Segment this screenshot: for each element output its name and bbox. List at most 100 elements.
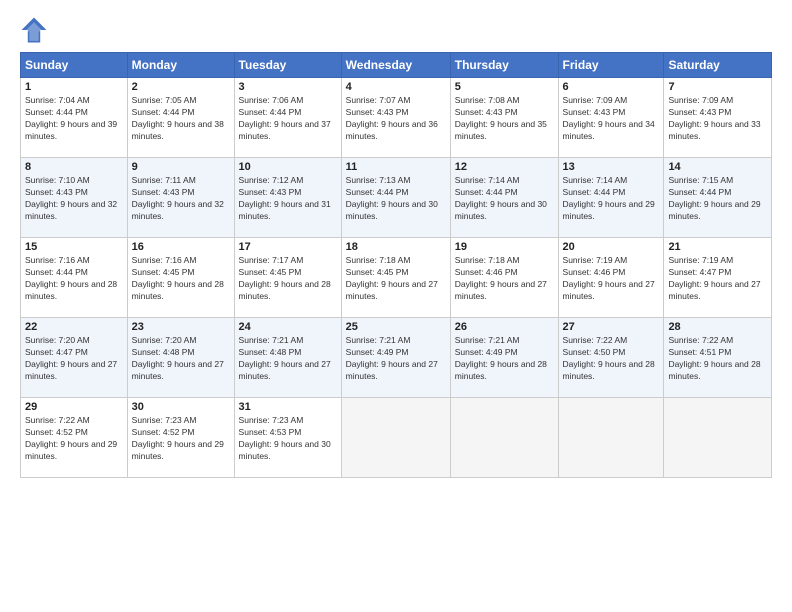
- calendar-cell: 9 Sunrise: 7:11 AM Sunset: 4:43 PM Dayli…: [127, 158, 234, 238]
- col-header-sunday: Sunday: [21, 53, 128, 78]
- calendar-cell: 28 Sunrise: 7:22 AM Sunset: 4:51 PM Dayl…: [664, 318, 772, 398]
- day-number: 4: [346, 81, 446, 93]
- col-header-thursday: Thursday: [450, 53, 558, 78]
- day-number: 18: [346, 241, 446, 253]
- calendar-week-row: 8 Sunrise: 7:10 AM Sunset: 4:43 PM Dayli…: [21, 158, 772, 238]
- day-number: 20: [563, 241, 660, 253]
- calendar-cell: 4 Sunrise: 7:07 AM Sunset: 4:43 PM Dayli…: [341, 78, 450, 158]
- day-info: Sunrise: 7:11 AM Sunset: 4:43 PM Dayligh…: [132, 175, 230, 223]
- day-number: 11: [346, 161, 446, 173]
- calendar-cell: 22 Sunrise: 7:20 AM Sunset: 4:47 PM Dayl…: [21, 318, 128, 398]
- calendar-cell: 18 Sunrise: 7:18 AM Sunset: 4:45 PM Dayl…: [341, 238, 450, 318]
- calendar-week-row: 15 Sunrise: 7:16 AM Sunset: 4:44 PM Dayl…: [21, 238, 772, 318]
- calendar-cell: 20 Sunrise: 7:19 AM Sunset: 4:46 PM Dayl…: [558, 238, 664, 318]
- col-header-wednesday: Wednesday: [341, 53, 450, 78]
- day-info: Sunrise: 7:07 AM Sunset: 4:43 PM Dayligh…: [346, 95, 446, 143]
- day-number: 7: [668, 81, 767, 93]
- day-info: Sunrise: 7:21 AM Sunset: 4:48 PM Dayligh…: [239, 335, 337, 383]
- calendar-cell: 11 Sunrise: 7:13 AM Sunset: 4:44 PM Dayl…: [341, 158, 450, 238]
- calendar-cell: 16 Sunrise: 7:16 AM Sunset: 4:45 PM Dayl…: [127, 238, 234, 318]
- calendar-cell: 21 Sunrise: 7:19 AM Sunset: 4:47 PM Dayl…: [664, 238, 772, 318]
- day-info: Sunrise: 7:18 AM Sunset: 4:45 PM Dayligh…: [346, 255, 446, 303]
- calendar-cell: 3 Sunrise: 7:06 AM Sunset: 4:44 PM Dayli…: [234, 78, 341, 158]
- calendar-cell: [450, 398, 558, 478]
- calendar-cell: 5 Sunrise: 7:08 AM Sunset: 4:43 PM Dayli…: [450, 78, 558, 158]
- day-number: 10: [239, 161, 337, 173]
- day-number: 13: [563, 161, 660, 173]
- calendar-cell: 7 Sunrise: 7:09 AM Sunset: 4:43 PM Dayli…: [664, 78, 772, 158]
- day-info: Sunrise: 7:06 AM Sunset: 4:44 PM Dayligh…: [239, 95, 337, 143]
- calendar-week-row: 22 Sunrise: 7:20 AM Sunset: 4:47 PM Dayl…: [21, 318, 772, 398]
- day-number: 22: [25, 321, 123, 333]
- calendar-cell: [664, 398, 772, 478]
- day-info: Sunrise: 7:20 AM Sunset: 4:48 PM Dayligh…: [132, 335, 230, 383]
- logo: [20, 16, 52, 44]
- calendar-cell: 2 Sunrise: 7:05 AM Sunset: 4:44 PM Dayli…: [127, 78, 234, 158]
- day-info: Sunrise: 7:09 AM Sunset: 4:43 PM Dayligh…: [563, 95, 660, 143]
- day-info: Sunrise: 7:16 AM Sunset: 4:44 PM Dayligh…: [25, 255, 123, 303]
- day-number: 9: [132, 161, 230, 173]
- day-number: 21: [668, 241, 767, 253]
- day-info: Sunrise: 7:14 AM Sunset: 4:44 PM Dayligh…: [455, 175, 554, 223]
- calendar-cell: 13 Sunrise: 7:14 AM Sunset: 4:44 PM Dayl…: [558, 158, 664, 238]
- day-info: Sunrise: 7:08 AM Sunset: 4:43 PM Dayligh…: [455, 95, 554, 143]
- col-header-monday: Monday: [127, 53, 234, 78]
- page: SundayMondayTuesdayWednesdayThursdayFrid…: [0, 0, 792, 612]
- calendar-cell: 19 Sunrise: 7:18 AM Sunset: 4:46 PM Dayl…: [450, 238, 558, 318]
- day-info: Sunrise: 7:19 AM Sunset: 4:47 PM Dayligh…: [668, 255, 767, 303]
- day-number: 2: [132, 81, 230, 93]
- day-number: 1: [25, 81, 123, 93]
- calendar-cell: 29 Sunrise: 7:22 AM Sunset: 4:52 PM Dayl…: [21, 398, 128, 478]
- day-info: Sunrise: 7:22 AM Sunset: 4:51 PM Dayligh…: [668, 335, 767, 383]
- day-number: 30: [132, 401, 230, 413]
- day-number: 23: [132, 321, 230, 333]
- calendar-week-row: 1 Sunrise: 7:04 AM Sunset: 4:44 PM Dayli…: [21, 78, 772, 158]
- day-number: 14: [668, 161, 767, 173]
- day-info: Sunrise: 7:04 AM Sunset: 4:44 PM Dayligh…: [25, 95, 123, 143]
- calendar-cell: 8 Sunrise: 7:10 AM Sunset: 4:43 PM Dayli…: [21, 158, 128, 238]
- day-number: 26: [455, 321, 554, 333]
- day-number: 3: [239, 81, 337, 93]
- day-info: Sunrise: 7:12 AM Sunset: 4:43 PM Dayligh…: [239, 175, 337, 223]
- calendar-cell: 31 Sunrise: 7:23 AM Sunset: 4:53 PM Dayl…: [234, 398, 341, 478]
- day-info: Sunrise: 7:23 AM Sunset: 4:53 PM Dayligh…: [239, 415, 337, 463]
- day-info: Sunrise: 7:18 AM Sunset: 4:46 PM Dayligh…: [455, 255, 554, 303]
- day-number: 16: [132, 241, 230, 253]
- calendar-header-row: SundayMondayTuesdayWednesdayThursdayFrid…: [21, 53, 772, 78]
- calendar-cell: 12 Sunrise: 7:14 AM Sunset: 4:44 PM Dayl…: [450, 158, 558, 238]
- day-info: Sunrise: 7:22 AM Sunset: 4:52 PM Dayligh…: [25, 415, 123, 463]
- calendar-table: SundayMondayTuesdayWednesdayThursdayFrid…: [20, 52, 772, 478]
- day-number: 6: [563, 81, 660, 93]
- day-info: Sunrise: 7:09 AM Sunset: 4:43 PM Dayligh…: [668, 95, 767, 143]
- day-info: Sunrise: 7:23 AM Sunset: 4:52 PM Dayligh…: [132, 415, 230, 463]
- calendar-cell: 1 Sunrise: 7:04 AM Sunset: 4:44 PM Dayli…: [21, 78, 128, 158]
- logo-icon: [20, 16, 48, 44]
- calendar-cell: 6 Sunrise: 7:09 AM Sunset: 4:43 PM Dayli…: [558, 78, 664, 158]
- day-info: Sunrise: 7:19 AM Sunset: 4:46 PM Dayligh…: [563, 255, 660, 303]
- calendar-cell: 30 Sunrise: 7:23 AM Sunset: 4:52 PM Dayl…: [127, 398, 234, 478]
- day-number: 15: [25, 241, 123, 253]
- calendar-cell: 25 Sunrise: 7:21 AM Sunset: 4:49 PM Dayl…: [341, 318, 450, 398]
- day-info: Sunrise: 7:05 AM Sunset: 4:44 PM Dayligh…: [132, 95, 230, 143]
- day-info: Sunrise: 7:22 AM Sunset: 4:50 PM Dayligh…: [563, 335, 660, 383]
- col-header-tuesday: Tuesday: [234, 53, 341, 78]
- header: [20, 16, 772, 44]
- calendar-cell: 23 Sunrise: 7:20 AM Sunset: 4:48 PM Dayl…: [127, 318, 234, 398]
- day-number: 5: [455, 81, 554, 93]
- day-number: 12: [455, 161, 554, 173]
- day-number: 29: [25, 401, 123, 413]
- day-info: Sunrise: 7:20 AM Sunset: 4:47 PM Dayligh…: [25, 335, 123, 383]
- day-number: 24: [239, 321, 337, 333]
- col-header-saturday: Saturday: [664, 53, 772, 78]
- day-number: 19: [455, 241, 554, 253]
- calendar-cell: 10 Sunrise: 7:12 AM Sunset: 4:43 PM Dayl…: [234, 158, 341, 238]
- col-header-friday: Friday: [558, 53, 664, 78]
- day-number: 28: [668, 321, 767, 333]
- day-number: 27: [563, 321, 660, 333]
- day-info: Sunrise: 7:13 AM Sunset: 4:44 PM Dayligh…: [346, 175, 446, 223]
- calendar-cell: [558, 398, 664, 478]
- day-info: Sunrise: 7:16 AM Sunset: 4:45 PM Dayligh…: [132, 255, 230, 303]
- day-info: Sunrise: 7:10 AM Sunset: 4:43 PM Dayligh…: [25, 175, 123, 223]
- day-number: 25: [346, 321, 446, 333]
- calendar-cell: [341, 398, 450, 478]
